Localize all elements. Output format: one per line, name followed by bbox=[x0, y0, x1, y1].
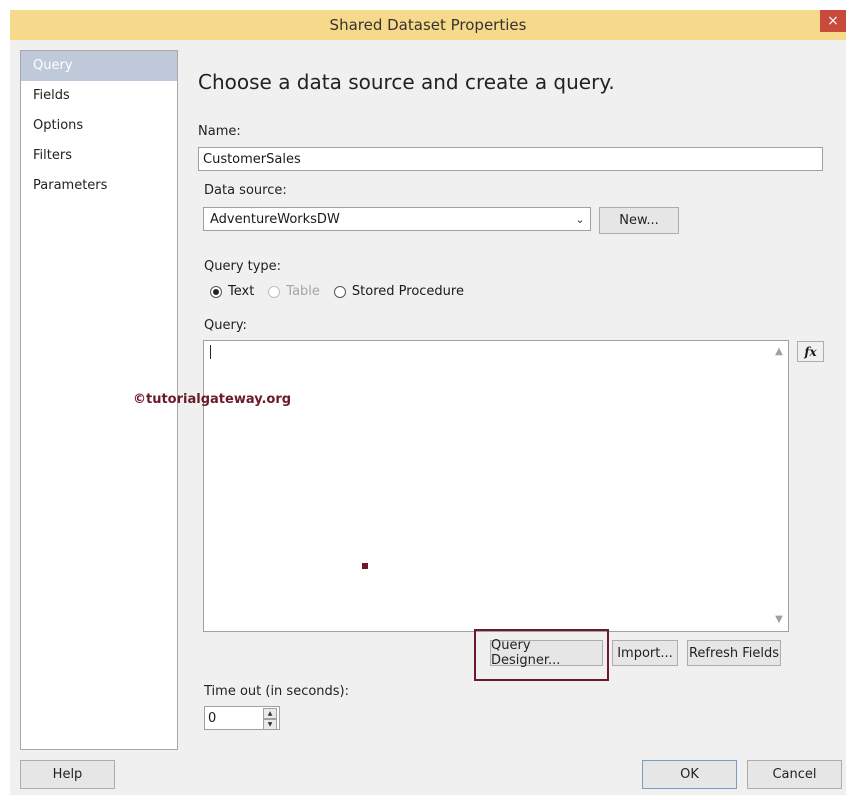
radio-stored-procedure[interactable]: Stored Procedure bbox=[333, 284, 464, 299]
datasource-value: AdventureWorksDW bbox=[210, 211, 340, 227]
nav-item-fields[interactable]: Fields bbox=[21, 81, 177, 111]
help-button[interactable]: Help bbox=[20, 760, 115, 789]
fx-icon: fx bbox=[804, 344, 817, 359]
radio-text[interactable]: Text bbox=[210, 284, 254, 299]
query-textarea[interactable]: ▲ ▼ bbox=[203, 340, 789, 632]
ok-button[interactable]: OK bbox=[642, 760, 737, 789]
query-type-label: Query type: bbox=[204, 259, 282, 274]
scroll-down-icon[interactable]: ▼ bbox=[772, 613, 786, 627]
timeout-label: Time out (in seconds): bbox=[204, 684, 350, 699]
query-designer-button[interactable]: Query Designer... bbox=[490, 638, 603, 668]
radio-table: Table bbox=[268, 284, 320, 299]
title-bar: Shared Dataset Properties × bbox=[10, 10, 846, 40]
close-icon: × bbox=[827, 13, 839, 29]
query-label: Query: bbox=[204, 318, 247, 333]
spinner-arrows: ▲ ▼ bbox=[263, 708, 277, 730]
close-button[interactable]: × bbox=[820, 10, 846, 32]
query-type-group: Text Table Stored Procedure bbox=[210, 284, 478, 299]
spinner-down-icon[interactable]: ▼ bbox=[263, 719, 277, 730]
window-title: Shared Dataset Properties bbox=[329, 16, 527, 34]
chevron-down-icon: ⌄ bbox=[575, 212, 585, 226]
radio-stored-procedure-label: Stored Procedure bbox=[351, 284, 464, 299]
nav-item-filters[interactable]: Filters bbox=[21, 141, 177, 171]
radio-unchecked-icon bbox=[268, 285, 281, 298]
page-heading: Choose a data source and create a query. bbox=[198, 70, 615, 94]
cancel-button[interactable]: Cancel bbox=[747, 760, 842, 789]
datasource-label: Data source: bbox=[204, 183, 287, 198]
expression-button[interactable]: fx bbox=[797, 341, 824, 362]
nav-item-options[interactable]: Options bbox=[21, 111, 177, 141]
nav-item-parameters[interactable]: Parameters bbox=[21, 171, 177, 201]
name-label: Name: bbox=[198, 124, 241, 139]
radio-text-label: Text bbox=[228, 284, 255, 299]
import-button[interactable]: Import... bbox=[612, 640, 678, 666]
radio-unchecked-icon bbox=[333, 285, 346, 298]
timeout-value: 0 bbox=[208, 710, 217, 726]
new-datasource-button[interactable]: New... bbox=[599, 207, 679, 234]
name-input[interactable]: CustomerSales bbox=[198, 147, 823, 171]
radio-checked-icon bbox=[210, 285, 222, 298]
refresh-fields-button[interactable]: Refresh Fields bbox=[687, 640, 781, 666]
spinner-up-icon[interactable]: ▲ bbox=[263, 708, 277, 719]
scroll-up-icon[interactable]: ▲ bbox=[772, 345, 786, 359]
radio-table-label: Table bbox=[286, 284, 320, 299]
text-caret bbox=[210, 345, 211, 359]
watermark: ©tutorialgateway.org bbox=[133, 392, 292, 407]
nav-item-query[interactable]: Query bbox=[21, 51, 177, 81]
datasource-dropdown[interactable]: AdventureWorksDW ⌄ bbox=[203, 207, 591, 231]
timeout-spinner[interactable]: 0 ▲ ▼ bbox=[204, 706, 280, 730]
marker-dot bbox=[362, 563, 368, 569]
name-input-value: CustomerSales bbox=[203, 151, 301, 167]
